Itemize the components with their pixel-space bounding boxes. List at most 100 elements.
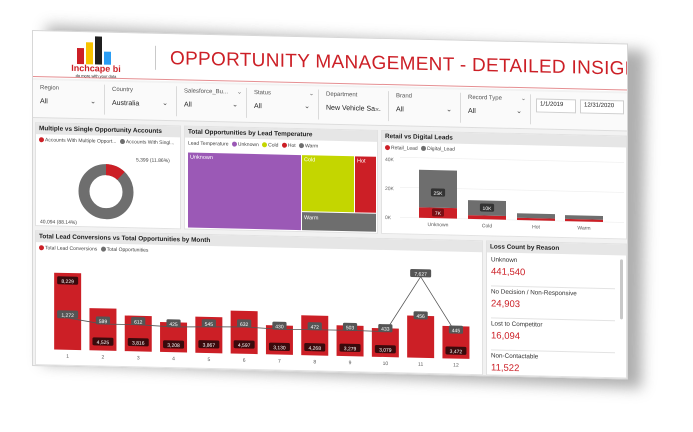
x-tick-label: 3	[137, 355, 140, 361]
treemap-tile-warm[interactable]: Warm	[302, 212, 376, 232]
bar-lead-conversions	[407, 315, 435, 359]
date-end-input[interactable]: 12/31/2020	[580, 99, 624, 115]
loss-panel: Loss Count by Reason Unknown 441,540 No …	[486, 240, 627, 379]
legend-label: Accounts With Multiple Opport...	[45, 137, 117, 145]
bar-label-digital-unknown: 25K	[434, 191, 444, 197]
filter-record-type[interactable]: Record Type ⌄ All ⌄	[463, 92, 531, 125]
x-tick-label: 8	[313, 359, 316, 365]
legend-dot-grey	[299, 143, 304, 149]
filter-value: All	[396, 106, 404, 114]
legend-label: Total Lead Conversions	[45, 245, 98, 253]
filter-value: All	[184, 101, 192, 109]
x-tick-label: 2	[102, 355, 105, 361]
filter-value: All	[468, 107, 476, 116]
logo-bar-yellow	[86, 42, 93, 65]
line-label-opportunities: 589	[99, 319, 108, 325]
scrollbar[interactable]	[620, 259, 623, 320]
logo-bar-black	[95, 36, 102, 65]
chevron-down-icon: ⌄	[162, 99, 168, 108]
legend-label: Accounts With Singl...	[125, 139, 175, 147]
line-label-opportunities: 1,272	[61, 313, 74, 319]
bar-label-conversions: 8,229	[61, 279, 74, 285]
loss-value: 11,522	[491, 362, 520, 375]
line-label-opportunities: 503	[346, 325, 355, 331]
inchcape-logo: Inchcape bi do more with your data	[65, 34, 127, 79]
treemap-panel: Total Opportunities by Lead Temperature …	[184, 125, 378, 234]
bar-label-conversions: 4,525	[97, 340, 110, 346]
legend-dot-red	[281, 142, 287, 148]
legend-dot-red	[39, 245, 44, 251]
chevron-down-icon: ⌄	[90, 98, 96, 106]
y-tick-label: 20K	[385, 186, 395, 192]
y-tick-label: 0K	[385, 215, 392, 221]
donut-slice-single	[78, 164, 134, 220]
chart-legend: Total Lead Conversions Total Opportuniti…	[39, 245, 148, 254]
y-tick-label: 40K	[385, 157, 395, 163]
x-tick-label: 6	[243, 358, 246, 364]
logo-bar-red	[77, 48, 84, 65]
line-label-opportunities: 545	[205, 322, 214, 328]
filter-department[interactable]: Department New Vehicle Sa... ⌄	[321, 89, 389, 122]
legend-dot-grey	[119, 138, 125, 145]
loss-value: 441,540	[491, 266, 526, 279]
line-label-opportunities: 433	[381, 327, 390, 333]
x-tick-label: 10	[383, 361, 389, 367]
legend-dot-red	[39, 137, 44, 143]
bar-label-conversions: 3,079	[379, 348, 392, 354]
loss-reason: No Decision / Non-Responsive	[491, 288, 577, 298]
legend-label: Hot	[287, 142, 296, 149]
date-start-input[interactable]: 1/1/2019	[536, 98, 576, 114]
donut-chart: 5,399 (11.86%) 40,094 (88.14%)	[40, 157, 170, 226]
filter-salesforce-bu[interactable]: Salesforce_Bu... ⌄ All ⌄	[179, 86, 247, 118]
legend-dot-red	[385, 145, 390, 151]
bar-label-conversions: 4,268	[308, 346, 321, 352]
panel-title: Total Opportunities by Lead Temperature	[185, 126, 377, 142]
treemap-tile-unknown[interactable]: Unknown	[188, 152, 301, 231]
legend-title: Lead Temperature	[188, 140, 229, 148]
chart-legend: Lead Temperature Unknown Cold Hot Warm	[188, 141, 318, 150]
chevron-down-icon: ⌄	[516, 107, 522, 116]
x-tick-label: 12	[453, 363, 459, 369]
legend-label: Unknown	[237, 141, 259, 149]
filter-brand[interactable]: Brand All ⌄	[391, 91, 461, 123]
x-tick-label: 1	[66, 354, 69, 360]
treemap-tile-cold[interactable]: Cold	[302, 155, 354, 213]
donut-panel: Multiple vs Single Opportunity Accounts …	[35, 122, 181, 230]
panel-title: Multiple vs Single Opportunity Accounts	[36, 123, 180, 138]
legend-dot-purple	[231, 141, 237, 147]
x-tick-label: Warm	[577, 225, 590, 231]
filter-region[interactable]: Region All ⌄	[35, 83, 105, 115]
x-tick-label: 9	[349, 360, 352, 366]
filter-value: New Vehicle Sa...	[326, 104, 381, 113]
loss-reason: Lost to Competitor	[491, 320, 543, 329]
x-tick-label: 11	[418, 362, 423, 368]
x-tick-label: 5	[207, 357, 210, 363]
legend-dot-grey	[100, 246, 106, 252]
tile-label: Cold	[304, 157, 316, 164]
legend-label: Digital_Lead	[427, 145, 455, 153]
filter-status[interactable]: Status ⌄ All ⌄	[249, 87, 319, 120]
treemap-tile-hot[interactable]: Hot	[355, 156, 376, 213]
bar-digital-lead	[517, 213, 555, 219]
filter-country[interactable]: Country Australia ⌄	[107, 84, 177, 117]
bar-label-conversions: 3,816	[132, 341, 145, 347]
line-label-opportunities: 632	[240, 322, 249, 328]
filter-value: All	[40, 98, 48, 106]
bar-label-conversions: 3,867	[203, 343, 216, 349]
legend-dot-lime	[262, 142, 268, 148]
filter-label: Status	[254, 90, 272, 97]
x-tick-label: Hot	[532, 224, 540, 230]
bar-label-conversions: 3,472	[450, 349, 463, 355]
chart-legend: Retail_Lead Digital_Lead	[385, 145, 455, 153]
filter-value: Australia	[112, 99, 140, 108]
chevron-down-icon: ⌄	[236, 89, 242, 96]
retail-digital-chart: 40K 20K 0K Unknown Cold Hot Warm 25K 7K 10K	[385, 157, 624, 232]
filter-label: Department	[326, 91, 358, 99]
bar-label-digital-cold: 10K	[483, 206, 493, 212]
line-label-opportunities: 7,627	[414, 272, 427, 278]
filter-label: Salesforce_Bu...	[184, 88, 229, 96]
bar-label-month11: 456	[416, 314, 425, 320]
monthly-panel: Total Lead Conversions vs Total Opportun…	[35, 230, 483, 376]
chevron-down-icon: ⌄	[374, 104, 380, 112]
loss-card: Non-Contactable 11,522	[491, 350, 615, 379]
